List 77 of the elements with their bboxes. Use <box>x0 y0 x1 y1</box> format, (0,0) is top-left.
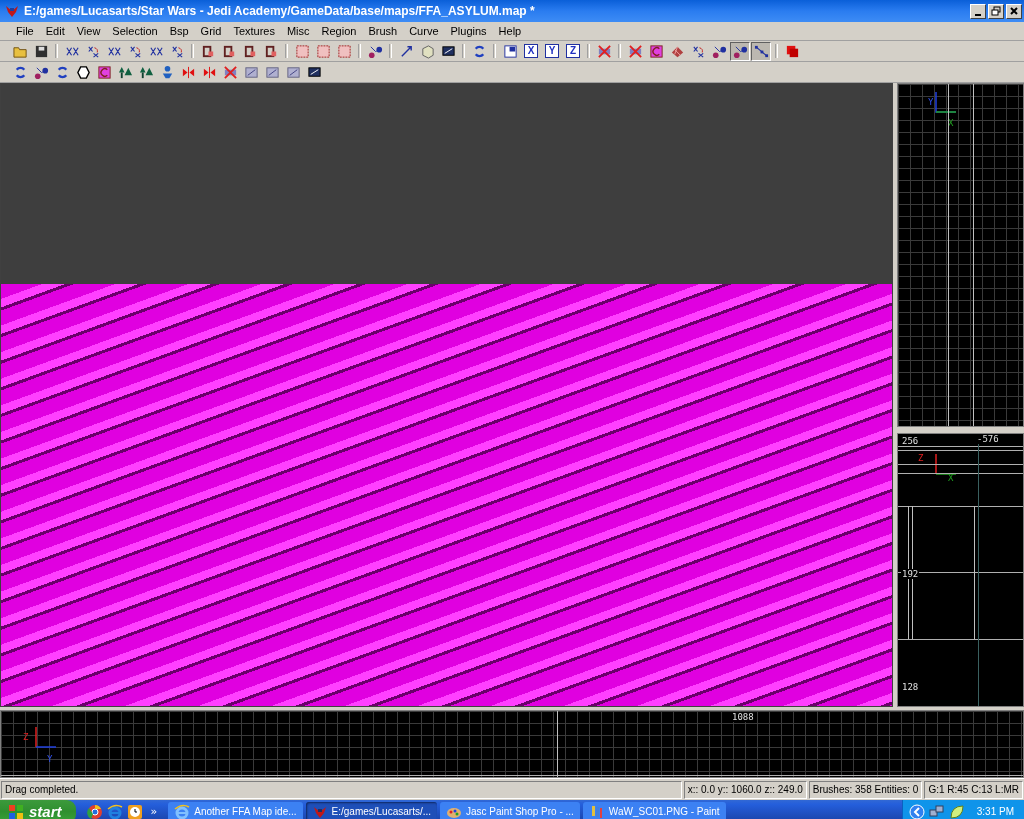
view-button[interactable]: Y <box>542 41 562 61</box>
menu-item[interactable]: Selection <box>106 25 164 37</box>
line-icon <box>753 43 769 59</box>
3d-viewport-render[interactable] <box>0 83 893 707</box>
stacked-squares-icon <box>784 43 800 59</box>
taskbar-button[interactable]: Another FFA Map ide... <box>168 801 303 819</box>
tree-icon <box>138 64 154 80</box>
status-field: G:1 R:45 C:13 L:MR <box>924 780 1023 799</box>
clock-icon[interactable] <box>126 803 143 819</box>
clipper-icon <box>648 43 664 59</box>
monitor-icon <box>440 43 456 59</box>
front-view-pane[interactable]: Z Y 1088 <box>0 710 1024 778</box>
menu-item[interactable]: Bsp <box>163 25 195 37</box>
crossed-out-icon <box>627 43 643 59</box>
coordinate-label: 1088 <box>731 712 755 722</box>
browser-e-icon[interactable] <box>106 803 123 819</box>
leaf-icon[interactable] <box>948 803 965 819</box>
menu-item[interactable]: Region <box>315 25 363 37</box>
menu-item[interactable]: View <box>70 25 107 37</box>
status-field: Drag completed. <box>1 780 682 799</box>
axis-label: X <box>948 474 954 483</box>
menu-item[interactable]: Curve <box>403 25 445 37</box>
axis-label: Z <box>23 733 29 742</box>
minimize-button[interactable] <box>970 3 986 19</box>
axis-label: Z <box>918 454 924 463</box>
view-button[interactable]: X <box>521 41 541 61</box>
selection-icon <box>336 43 352 59</box>
side-view-pane[interactable]: 256 -576 Z X 192 128 <box>897 433 1024 707</box>
menu-item[interactable]: Edit <box>39 25 71 37</box>
restore-button[interactable] <box>988 3 1004 19</box>
app-logo-icon <box>4 3 20 19</box>
taskbar-button[interactable]: Jasc Paint Shop Pro - ... <box>440 801 580 819</box>
menu-item[interactable]: Brush <box>362 25 404 37</box>
cube-icon <box>419 43 435 59</box>
minimize-icon <box>975 13 981 16</box>
window-icon <box>502 43 518 59</box>
view-button[interactable]: Z <box>563 41 583 61</box>
axis-label: Y <box>928 98 934 107</box>
axis-label: Y <box>47 755 53 764</box>
coordinate-label: 256 <box>901 436 920 446</box>
toolbar-button[interactable] <box>730 41 750 61</box>
restore-icon <box>991 6 1001 16</box>
toolbar-button[interactable] <box>751 41 771 61</box>
status-field: x:: 0.0 y:: 1060.0 z:: 249.0 <box>683 780 807 799</box>
browser-globe-icon[interactable] <box>86 803 103 819</box>
menu-item[interactable]: Textures <box>227 25 281 37</box>
status-field: Brushes: 358 Entities: 0 <box>808 780 923 799</box>
tree-icon <box>117 64 133 80</box>
coordinate-label: 192 <box>901 569 920 579</box>
close-icon <box>1009 6 1019 16</box>
window-title: E:/games/Lucasarts/Star Wars - Jedi Academy/GameData/base/maps/FFA_ASYLUM.map * <box>24 4 536 18</box>
selection-icon <box>294 43 310 59</box>
menu-item[interactable]: File <box>10 25 40 37</box>
taskbar-button[interactable]: WaW_SC01.PNG - Paint <box>582 801 726 819</box>
windows-flag-icon <box>8 803 24 819</box>
menu-item[interactable]: Plugins <box>444 25 493 37</box>
hexagon-icon <box>75 64 91 80</box>
network-icon[interactable] <box>928 803 945 819</box>
mirror-icon <box>180 64 196 80</box>
chevron-left-icon[interactable] <box>908 803 925 819</box>
menu-item[interactable]: Help <box>492 25 528 37</box>
selection-icon <box>315 43 331 59</box>
crossed-out-icon <box>222 64 238 80</box>
menu-item[interactable]: Misc <box>280 25 316 37</box>
menu-item[interactable]: Grid <box>194 25 228 37</box>
clipper-icon <box>96 64 112 80</box>
crossed-out-icon <box>596 43 612 59</box>
clock-text: 3:31 PM <box>976 806 1014 817</box>
more-button[interactable]: » <box>146 805 162 818</box>
browser-e-icon <box>174 803 191 819</box>
coordinate-label: 128 <box>901 682 920 692</box>
taskbar-button[interactable]: E:/games/Lucasarts/... <box>305 801 438 819</box>
monitor-icon <box>306 64 322 80</box>
start-button[interactable]: start <box>0 800 76 819</box>
close-button[interactable] <box>1006 3 1022 19</box>
coordinate-label: -576 <box>976 434 1000 444</box>
mirror-icon <box>201 64 217 80</box>
